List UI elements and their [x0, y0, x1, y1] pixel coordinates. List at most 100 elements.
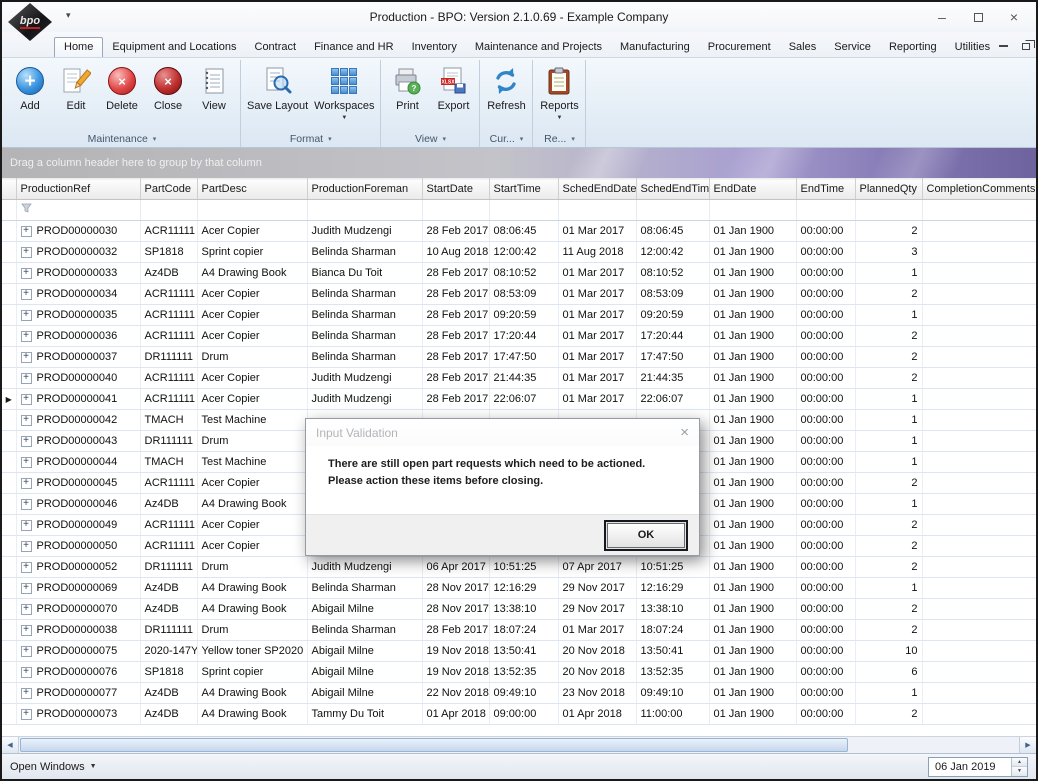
close-button[interactable]: ×	[996, 5, 1032, 29]
filter-cell-starttime[interactable]	[489, 200, 558, 221]
cell-enddate[interactable]: 01 Jan 1900	[709, 389, 796, 410]
cell-productionforeman[interactable]: Abigail Milne	[307, 641, 422, 662]
cell-productionforeman[interactable]: Tammy Du Toit	[307, 704, 422, 725]
cell-endtime[interactable]: 00:00:00	[796, 305, 855, 326]
cell-starttime[interactable]: 12:16:29	[489, 578, 558, 599]
cell-endtime[interactable]: 00:00:00	[796, 620, 855, 641]
cell-partcode[interactable]: DR111111	[140, 347, 197, 368]
expand-icon[interactable]: +	[21, 688, 32, 699]
cell-partdesc[interactable]: Acer Copier	[197, 473, 307, 494]
cell-endtime[interactable]: 00:00:00	[796, 683, 855, 704]
cell-starttime[interactable]: 13:52:35	[489, 662, 558, 683]
cell-partdesc[interactable]: Acer Copier	[197, 536, 307, 557]
cell-plannedqty[interactable]: 2	[855, 620, 922, 641]
cell-endtime[interactable]: 00:00:00	[796, 326, 855, 347]
expand-icon[interactable]: +	[21, 310, 32, 321]
expand-icon[interactable]: +	[21, 625, 32, 636]
group-options-icon[interactable]: ▾	[520, 135, 524, 143]
cell-enddate[interactable]: 01 Jan 1900	[709, 284, 796, 305]
cell-completioncomments[interactable]	[922, 683, 1036, 704]
cell-starttime[interactable]: 13:38:10	[489, 599, 558, 620]
table-row[interactable]: +PROD000000752020-147YYellow toner SP202…	[2, 641, 1036, 662]
cell-partcode[interactable]: Az4DB	[140, 263, 197, 284]
cell-productionforeman[interactable]: Belinda Sharman	[307, 242, 422, 263]
cell-partdesc[interactable]: A4 Drawing Book	[197, 494, 307, 515]
tab-inventory[interactable]: Inventory	[403, 37, 466, 57]
cell-schedenddate[interactable]: 01 Mar 2017	[558, 326, 636, 347]
expand-icon[interactable]: +	[21, 415, 32, 426]
bpo-logo[interactable]: bpo	[6, 3, 54, 43]
cell-partdesc[interactable]: Drum	[197, 431, 307, 452]
date-editor[interactable]: 06 Jan 2019 ▲ ▼	[928, 757, 1028, 777]
cell-starttime[interactable]: 09:49:10	[489, 683, 558, 704]
cell-plannedqty[interactable]: 2	[855, 368, 922, 389]
cell-starttime[interactable]: 08:53:09	[489, 284, 558, 305]
cell-endtime[interactable]: 00:00:00	[796, 242, 855, 263]
column-header-productionforeman[interactable]: ProductionForeman	[307, 179, 422, 200]
expand-icon[interactable]: +	[21, 562, 32, 573]
cell-starttime[interactable]: 08:06:45	[489, 221, 558, 242]
cell-endtime[interactable]: 00:00:00	[796, 473, 855, 494]
cell-partdesc[interactable]: Acer Copier	[197, 221, 307, 242]
cell-plannedqty[interactable]: 1	[855, 494, 922, 515]
cell-schedendtime[interactable]: 08:06:45	[636, 221, 709, 242]
cell-plannedqty[interactable]: 2	[855, 557, 922, 578]
table-row[interactable]: +PROD00000036ACR11111Acer CopierBelinda …	[2, 326, 1036, 347]
cell-starttime[interactable]: 22:06:07	[489, 389, 558, 410]
workspaces-button[interactable]: Workspaces▼	[311, 62, 377, 121]
print-button[interactable]: ?Print	[384, 62, 430, 113]
date-spin-up-icon[interactable]: ▲	[1012, 758, 1027, 768]
cell-productionforeman[interactable]: Belinda Sharman	[307, 620, 422, 641]
cell-completioncomments[interactable]	[922, 221, 1036, 242]
expand-icon[interactable]: +	[21, 394, 32, 405]
cell-partdesc[interactable]: A4 Drawing Book	[197, 263, 307, 284]
cell-partdesc[interactable]: Acer Copier	[197, 368, 307, 389]
cell-startdate[interactable]: 28 Feb 2017	[422, 305, 489, 326]
table-row[interactable]: +PROD00000030ACR11111Acer CopierJudith M…	[2, 221, 1036, 242]
cell-completioncomments[interactable]	[922, 557, 1036, 578]
cell-plannedqty[interactable]: 1	[855, 683, 922, 704]
cell-completioncomments[interactable]	[922, 410, 1036, 431]
cell-productionref[interactable]: +PROD00000069	[16, 578, 140, 599]
cell-productionref[interactable]: +PROD00000030	[16, 221, 140, 242]
cell-partcode[interactable]: TMACH	[140, 410, 197, 431]
cell-completioncomments[interactable]	[922, 305, 1036, 326]
column-header-productionref[interactable]: ProductionRef	[16, 179, 140, 200]
cell-schedendtime[interactable]: 17:47:50	[636, 347, 709, 368]
cell-starttime[interactable]: 12:00:42	[489, 242, 558, 263]
tab-procurement[interactable]: Procurement	[699, 37, 780, 57]
cell-schedenddate[interactable]: 01 Mar 2017	[558, 284, 636, 305]
scrollbar-thumb[interactable]	[20, 738, 848, 752]
group-options-icon[interactable]: ▾	[571, 135, 575, 143]
cell-productionforeman[interactable]: Belinda Sharman	[307, 347, 422, 368]
column-header-schedendtime[interactable]: SchedEndTime	[636, 179, 709, 200]
cell-productionref[interactable]: +PROD00000050	[16, 536, 140, 557]
cell-productionref[interactable]: +PROD00000034	[16, 284, 140, 305]
cell-endtime[interactable]: 00:00:00	[796, 599, 855, 620]
cell-startdate[interactable]: 28 Feb 2017	[422, 347, 489, 368]
cell-productionforeman[interactable]: Judith Mudzengi	[307, 368, 422, 389]
cell-schedenddate[interactable]: 29 Nov 2017	[558, 599, 636, 620]
cell-productionref[interactable]: +PROD00000035	[16, 305, 140, 326]
cell-partcode[interactable]: DR111111	[140, 557, 197, 578]
cell-partcode[interactable]: ACR11111	[140, 221, 197, 242]
cell-productionforeman[interactable]: Belinda Sharman	[307, 578, 422, 599]
tab-service[interactable]: Service	[825, 37, 880, 57]
cell-endtime[interactable]: 00:00:00	[796, 494, 855, 515]
table-row[interactable]: +PROD00000034ACR11111Acer CopierBelinda …	[2, 284, 1036, 305]
cell-partcode[interactable]: DR111111	[140, 431, 197, 452]
cell-productionref[interactable]: +PROD00000037	[16, 347, 140, 368]
cell-startdate[interactable]: 19 Nov 2018	[422, 641, 489, 662]
column-header-completioncomments[interactable]: CompletionComments	[922, 179, 1036, 200]
cell-productionforeman[interactable]: Belinda Sharman	[307, 305, 422, 326]
cell-completioncomments[interactable]	[922, 284, 1036, 305]
cell-productionref[interactable]: +PROD00000036	[16, 326, 140, 347]
cell-endtime[interactable]: 00:00:00	[796, 431, 855, 452]
cell-completioncomments[interactable]	[922, 326, 1036, 347]
cell-schedenddate[interactable]: 01 Mar 2017	[558, 389, 636, 410]
cell-startdate[interactable]: 28 Feb 2017	[422, 368, 489, 389]
cell-partcode[interactable]: ACR11111	[140, 326, 197, 347]
cell-schedendtime[interactable]: 11:00:00	[636, 704, 709, 725]
cell-productionforeman[interactable]: Judith Mudzengi	[307, 389, 422, 410]
cell-productionforeman[interactable]: Abigail Milne	[307, 599, 422, 620]
